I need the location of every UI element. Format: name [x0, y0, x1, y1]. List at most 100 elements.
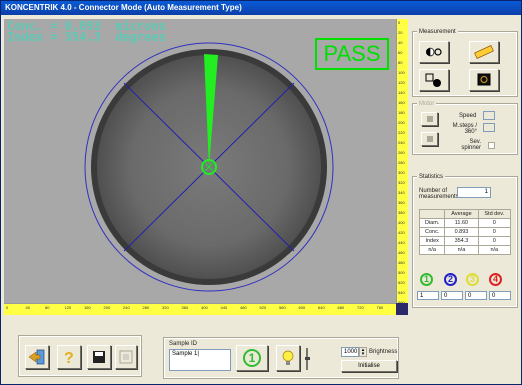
ruler-tick-label: 680 — [337, 305, 345, 310]
ruler-tick-label: 200 — [103, 305, 111, 310]
table-header — [418, 209, 446, 219]
brightness-label: Brightness — [369, 349, 398, 355]
ruler-tick-label: 80 — [398, 60, 403, 65]
ruler-tick-label: 440 — [398, 240, 405, 245]
live-view-button[interactable] — [469, 69, 499, 91]
right-ruler: 0 20 40 60 80 100 120 140 160 180 200 220 240 260 280 3… — [396, 19, 408, 309]
ruler-tick-label: 720 — [357, 305, 364, 310]
table-header: Average — [444, 209, 479, 219]
ruler-tick-label: 360 — [181, 305, 189, 310]
print-icon — [119, 350, 133, 364]
average-cell: 354.3 — [444, 236, 479, 246]
help-button[interactable]: ? — [57, 345, 81, 369]
ruler-tick-label: 500 — [398, 270, 405, 275]
counter-4-value: 0 — [489, 291, 511, 300]
measurement-title: Measurement — [417, 29, 458, 35]
ruler-tick-label: 540 — [398, 290, 405, 295]
ruler-tick-label: 340 — [398, 190, 405, 195]
brightness-value[interactable]: 1000 — [341, 347, 359, 357]
ruler-tick-label: 420 — [398, 230, 405, 235]
speed-input[interactable] — [483, 111, 495, 120]
measure-mode-icon — [425, 73, 441, 87]
row-label: Index — [418, 236, 446, 246]
ruler-tick-label: 480 — [240, 305, 247, 310]
m-steps-input[interactable] — [483, 123, 495, 132]
ruler-tick-label: 160 — [398, 100, 405, 105]
lamp-button[interactable] — [276, 345, 300, 371]
std-dev-cell: 0 — [477, 227, 512, 237]
ruler-tick-label: 200 — [398, 120, 405, 125]
ruler-tick-label: 20 — [398, 30, 403, 35]
table-row: Diam. 11.60 0 — [418, 218, 512, 228]
result-badge: PASS — [315, 38, 389, 70]
statistics-title: Statistics — [417, 174, 446, 180]
window-title: KONCENTRIK 4.0 - Connector Mode (Auto Me… — [1, 1, 521, 15]
row-label: Diam. — [418, 218, 446, 228]
row-label: Conc. — [418, 227, 446, 237]
ruler-tick-label: 120 — [64, 305, 72, 310]
table-row: n/a n/a n/a — [418, 245, 512, 255]
counter-2-value: 0 — [441, 291, 463, 300]
ruler-tick-label: 260 — [398, 150, 405, 155]
ruler-tick-label: 220 — [398, 130, 405, 135]
ruler-tick-label: 320 — [162, 305, 169, 310]
sev-spinner-checkbox[interactable] — [488, 142, 495, 149]
motor-title: Motor — [417, 101, 437, 107]
camera-view: Conc. = 0.893 microns Index = 354.3 degr… — [4, 19, 396, 303]
average-cell: n/a — [444, 245, 479, 255]
measure-mode-button[interactable] — [419, 69, 449, 91]
ruler-tick-label: 280 — [398, 160, 405, 165]
std-dev-cell: n/a — [477, 245, 512, 255]
save-button[interactable] — [87, 345, 111, 369]
lightbulb-icon — [282, 350, 294, 365]
help-icon: ? — [64, 350, 74, 367]
motor-start-button[interactable] — [421, 112, 438, 126]
ruler-tick-label: 380 — [398, 210, 405, 215]
counter-2-icon: 2 — [444, 273, 457, 286]
ruler-tick-label: 40 — [398, 40, 403, 45]
speed-label: Speed — [459, 113, 477, 119]
ruler-tick-label: 640 — [318, 305, 325, 310]
ruler-tick-label: 160 — [84, 305, 91, 310]
statistics-table: Average Std dev. Diam. 11.60 0 Conc. 0.8… — [418, 209, 512, 255]
monitor-icon — [477, 73, 491, 86]
print-button[interactable] — [115, 345, 137, 369]
ruler-tick-label: 100 — [398, 70, 405, 75]
average-cell: 11.60 — [444, 218, 479, 228]
ruler-corner — [396, 303, 408, 315]
motor-stop-button[interactable] — [421, 132, 438, 146]
brightness-slider[interactable] — [305, 347, 310, 371]
std-dev-cell: 0 — [477, 218, 512, 228]
counter-1-button[interactable]: 1 — [236, 345, 268, 371]
table-header: Std dev. — [477, 209, 512, 219]
sample-id-input[interactable]: Sample 1| — [169, 349, 231, 371]
contrast-settings-button[interactable] — [419, 41, 449, 63]
ruler-tick-label: 320 — [398, 180, 405, 185]
ruler-tick-label: 400 — [398, 220, 405, 225]
ruler-tick-label: 520 — [259, 305, 267, 310]
ruler-tick-label: 180 — [398, 110, 405, 115]
measurement-count-label: Number of measurements — [419, 188, 459, 200]
ruler-icon — [474, 45, 494, 59]
calibrate-button[interactable] — [469, 41, 499, 63]
counter-1-big-icon: 1 — [243, 349, 261, 367]
counter-3-value: 0 — [465, 291, 487, 300]
average-cell: 0.893 — [444, 227, 479, 237]
brightness-spinner[interactable]: ▴ ▾ — [359, 347, 367, 357]
ruler-tick-label: 600 — [298, 305, 306, 310]
table-row: Index 354.3 0 — [418, 236, 512, 246]
sev-spinner-label: Sev. spinner — [461, 139, 481, 151]
ruler-tick-label: 400 — [201, 305, 208, 310]
m-steps-label: M.steps / 360° — [452, 123, 477, 135]
ruler-tick-label: 80 — [45, 305, 50, 310]
ruler-tick-label: 120 — [398, 80, 405, 85]
exit-button[interactable] — [25, 345, 49, 369]
save-icon — [93, 351, 105, 363]
svg-text:?: ? — [64, 350, 74, 367]
ruler-tick-label: 440 — [220, 305, 228, 310]
contrast-gear-icon — [426, 47, 442, 57]
ruler-tick-label: 760 — [376, 305, 384, 310]
table-row: Conc. 0.893 0 — [418, 227, 512, 237]
ruler-tick-label: 560 — [279, 305, 286, 310]
initialise-button[interactable]: Initialise — [341, 360, 397, 372]
